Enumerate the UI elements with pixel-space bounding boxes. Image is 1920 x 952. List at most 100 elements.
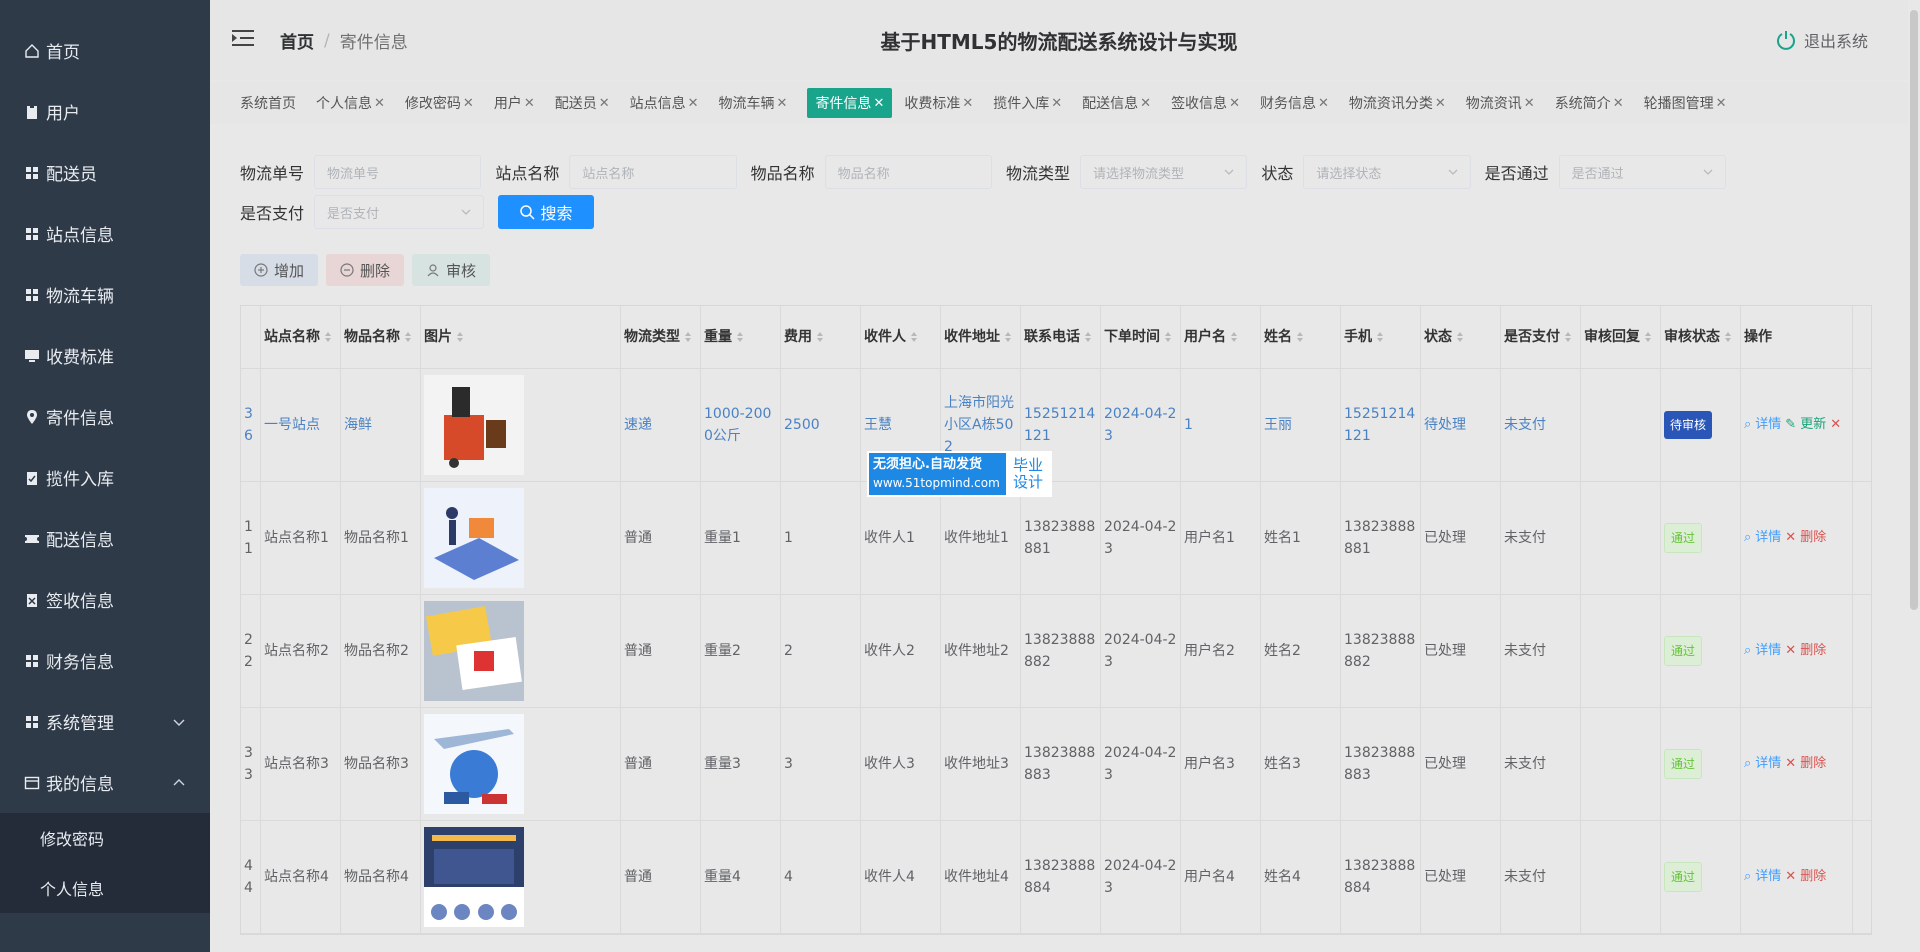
- sort-icon[interactable]: [1296, 331, 1304, 343]
- column-header[interactable]: 状态: [1421, 306, 1501, 368]
- item-image[interactable]: [424, 827, 524, 927]
- table-row[interactable]: 11 站点名称1 物品名称1 普通 重量1 1 收件人1 收件地址1 13823888881 20…: [241, 482, 1871, 595]
- close-icon[interactable]: ✕: [1318, 96, 1329, 111]
- sidebar-item[interactable]: 配送信息: [0, 508, 210, 569]
- watermark-badge[interactable]: 无须担心.自动发货 www.51topmind.com 毕业 设计: [867, 451, 1052, 497]
- table-row[interactable]: 22 站点名称2 物品名称2 普通 重量2 2 收件人2 收件地址2 13823888882 20…: [241, 595, 1871, 708]
- column-header[interactable]: 用户名: [1181, 306, 1261, 368]
- sort-icon[interactable]: [1376, 331, 1384, 343]
- tab-item[interactable]: 用户 ✕: [494, 88, 543, 118]
- sidebar-item[interactable]: 收费标准: [0, 325, 210, 386]
- sidebar-item[interactable]: 我的信息: [0, 752, 210, 813]
- logout-button[interactable]: 退出系统: [1776, 28, 1868, 52]
- table-row[interactable]: 44 站点名称4 物品名称4 普通 重量4 4 收件人4 收件地址4 13823888884 20…: [241, 821, 1871, 934]
- row-delete-button[interactable]: 删除: [1800, 527, 1826, 549]
- scrollbar-thumb[interactable]: [1910, 10, 1918, 610]
- tab-item[interactable]: 签收信息 ✕: [1171, 88, 1248, 118]
- table-row[interactable]: 36 一号站点 海鲜 速递 1000-2000公斤 2500 王慧 上海市阳光小区A栋502 1…: [241, 369, 1871, 482]
- tab-item[interactable]: 配送信息 ✕: [1082, 88, 1159, 118]
- row-detail-button[interactable]: 详情: [1755, 414, 1781, 436]
- sort-icon[interactable]: [910, 331, 918, 343]
- row-delete-button[interactable]: 删除: [1800, 640, 1826, 662]
- column-header[interactable]: 图片: [421, 306, 621, 368]
- column-header[interactable]: 物品名称: [341, 306, 421, 368]
- tab-item[interactable]: 配送员 ✕: [555, 88, 618, 118]
- sidebar-item[interactable]: 站点信息: [0, 203, 210, 264]
- sort-icon[interactable]: [404, 331, 412, 343]
- close-icon[interactable]: ✕: [873, 96, 884, 111]
- sidebar-sub-change-password[interactable]: 修改密码: [0, 813, 210, 863]
- sort-icon[interactable]: [1644, 331, 1652, 343]
- close-icon[interactable]: ✕: [1716, 96, 1727, 111]
- column-header[interactable]: 下单时间: [1101, 306, 1181, 368]
- column-header[interactable]: 审核回复: [1581, 306, 1661, 368]
- column-header[interactable]: 收件人: [861, 306, 941, 368]
- row-detail-button[interactable]: 详情: [1755, 866, 1781, 888]
- column-header[interactable]: 是否支付: [1501, 306, 1581, 368]
- table-row[interactable]: 33 站点名称3 物品名称3 普通 重量3 3 收件人3 收件地址3 13823888883 20…: [241, 708, 1871, 821]
- audit-button[interactable]: 审核: [412, 254, 491, 286]
- close-icon[interactable]: ✕: [962, 96, 973, 111]
- sort-icon[interactable]: [1230, 331, 1238, 343]
- sort-icon[interactable]: [684, 331, 692, 343]
- tab-item[interactable]: 轮播图管理 ✕: [1644, 88, 1735, 118]
- approved-select[interactable]: 是否通过: [1558, 155, 1726, 189]
- close-icon[interactable]: ✕: [599, 96, 610, 111]
- sort-icon[interactable]: [1084, 331, 1092, 343]
- row-update-button[interactable]: 更新: [1800, 414, 1826, 436]
- type-select[interactable]: 请选择物流类型: [1080, 155, 1248, 189]
- close-icon[interactable]: ✕: [374, 96, 385, 111]
- tab-item[interactable]: 物流资讯 ✕: [1466, 88, 1543, 118]
- column-header[interactable]: 重量: [701, 306, 781, 368]
- tab-item[interactable]: 个人信息 ✕: [316, 88, 393, 118]
- sort-icon[interactable]: [816, 331, 824, 343]
- column-header[interactable]: 费用: [781, 306, 861, 368]
- sort-icon[interactable]: [456, 331, 464, 343]
- sidebar-item[interactable]: 财务信息: [0, 630, 210, 691]
- site-name-input[interactable]: 站点名称: [569, 155, 737, 189]
- tab-item[interactable]: 财务信息 ✕: [1260, 88, 1337, 118]
- close-icon[interactable]: ✕: [1613, 96, 1624, 111]
- sort-icon[interactable]: [1004, 331, 1012, 343]
- tab-item[interactable]: 物流车辆 ✕: [719, 88, 796, 118]
- status-select[interactable]: 请选择状态: [1303, 155, 1471, 189]
- column-header[interactable]: 审核状态: [1661, 306, 1741, 368]
- sidebar-item[interactable]: 配送员: [0, 142, 210, 203]
- tab-item[interactable]: 物流资讯分类 ✕: [1349, 88, 1454, 118]
- tab-item[interactable]: 寄件信息 ✕: [807, 88, 893, 118]
- add-button[interactable]: 增加: [240, 254, 319, 286]
- close-icon[interactable]: ✕: [1524, 96, 1535, 111]
- close-icon[interactable]: ✕: [1229, 96, 1240, 111]
- search-button[interactable]: 搜索: [498, 195, 595, 229]
- item-image[interactable]: [424, 488, 524, 588]
- tab-item[interactable]: 揽件入库 ✕: [993, 88, 1070, 118]
- delete-button[interactable]: 删除: [326, 254, 405, 286]
- tab-item[interactable]: 修改密码 ✕: [405, 88, 482, 118]
- close-icon[interactable]: ✕: [777, 96, 788, 111]
- column-header[interactable]: 联系电话: [1021, 306, 1101, 368]
- row-delete-button[interactable]: 删除: [1800, 866, 1826, 888]
- close-icon[interactable]: ✕: [1435, 96, 1446, 111]
- sidebar-item[interactable]: 用户: [0, 81, 210, 142]
- column-header[interactable]: 站点名称: [261, 306, 341, 368]
- sort-icon[interactable]: [1564, 331, 1572, 343]
- sidebar-item[interactable]: 寄件信息: [0, 386, 210, 447]
- sidebar-item[interactable]: 首页: [0, 20, 210, 81]
- item-image[interactable]: [424, 375, 524, 475]
- sidebar-item[interactable]: 揽件入库: [0, 447, 210, 508]
- sidebar-item[interactable]: 系统管理: [0, 691, 210, 752]
- sort-icon[interactable]: [1724, 331, 1732, 343]
- tracking-number-input[interactable]: 物流单号: [314, 155, 482, 189]
- sidebar-sub-profile[interactable]: 个人信息: [0, 863, 210, 913]
- row-detail-button[interactable]: 详情: [1755, 640, 1781, 662]
- sort-icon[interactable]: [736, 331, 744, 343]
- close-icon[interactable]: ✕: [1051, 96, 1062, 111]
- close-icon[interactable]: ✕: [688, 96, 699, 111]
- row-delete-button[interactable]: 删除: [1800, 753, 1826, 775]
- column-header[interactable]: 收件地址: [941, 306, 1021, 368]
- close-icon[interactable]: ✕: [524, 96, 535, 111]
- column-header[interactable]: 姓名: [1261, 306, 1341, 368]
- sidebar-item[interactable]: 签收信息: [0, 569, 210, 630]
- page-scrollbar[interactable]: [1908, 0, 1920, 952]
- sort-icon[interactable]: [1164, 331, 1172, 343]
